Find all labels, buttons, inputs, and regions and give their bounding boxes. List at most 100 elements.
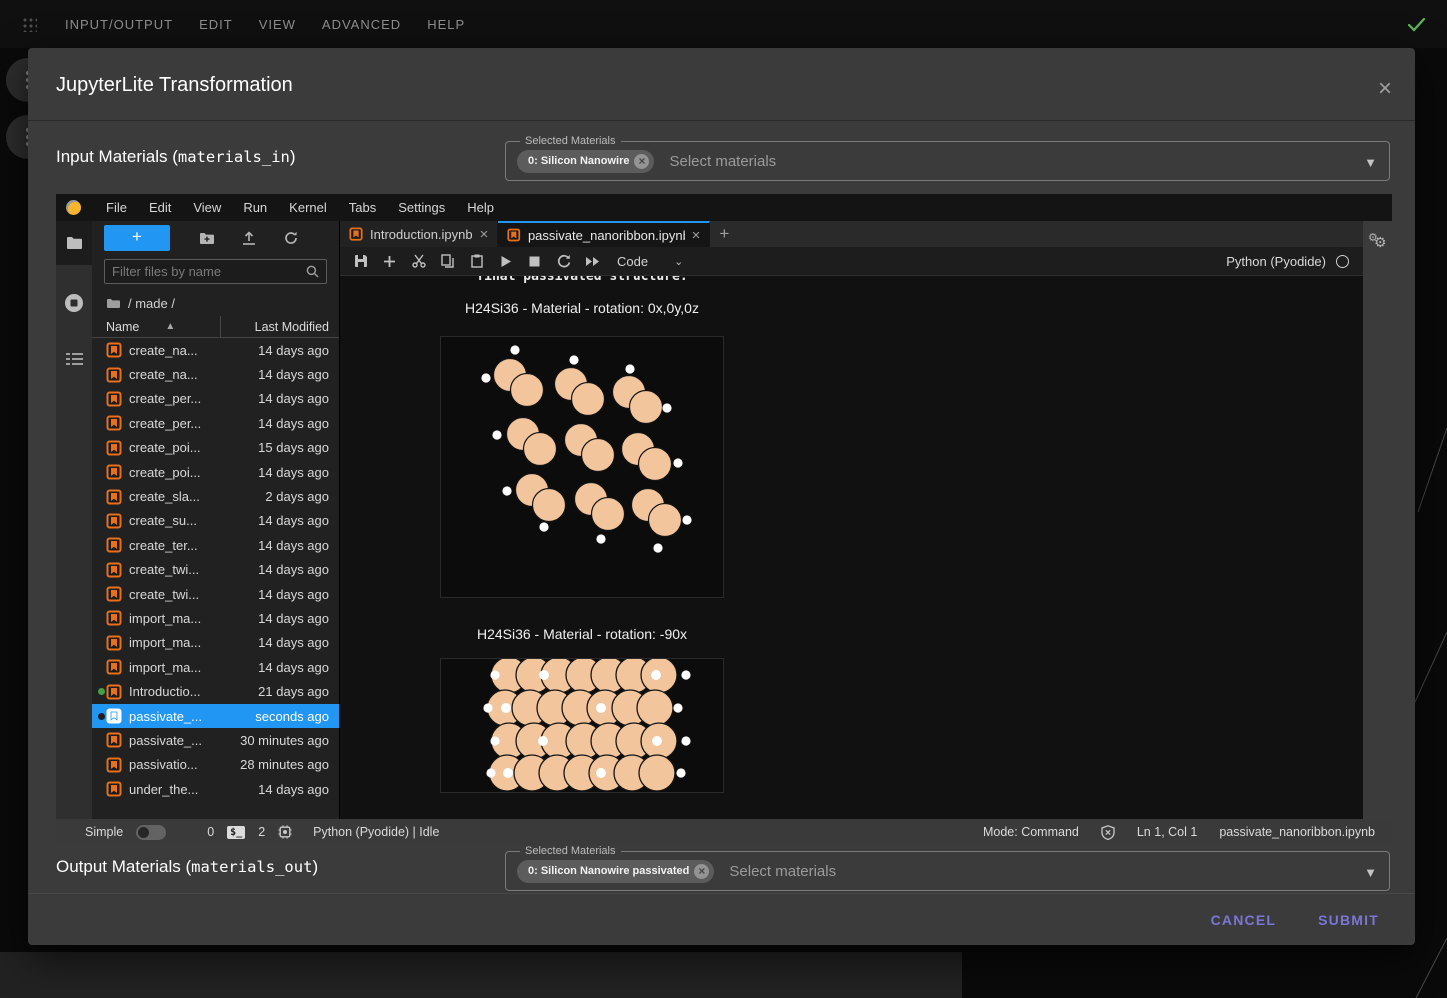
output-materials-row: Output Materials (materials_out) Selecte…: [28, 845, 1415, 893]
chevron-down-icon[interactable]: ▼: [1364, 865, 1377, 880]
restart-run-all-button[interactable]: [578, 249, 607, 274]
notebook-file-icon: [106, 513, 122, 529]
column-header-modified[interactable]: Last Modified: [221, 320, 339, 334]
menu-item-help[interactable]: HELP: [427, 17, 465, 32]
sidebar-item-running-kernels[interactable]: [56, 281, 92, 325]
file-row[interactable]: create_sla... 2 days ago: [92, 484, 339, 508]
menu-item-settings[interactable]: Settings: [387, 200, 456, 215]
file-row[interactable]: create_poi... 14 days ago: [92, 460, 339, 484]
refresh-button[interactable]: [270, 225, 312, 251]
file-row[interactable]: create_per... 14 days ago: [92, 411, 339, 435]
sidebar-item-table-of-contents[interactable]: [56, 337, 92, 381]
insert-cell-button[interactable]: [375, 249, 404, 274]
file-row[interactable]: create_ter... 14 days ago: [92, 533, 339, 557]
tab-close-icon[interactable]: ×: [692, 227, 701, 244]
notebook-content[interactable]: final passivated structure: H24Si36 - Ma…: [340, 276, 1363, 819]
dialog-header: JupyterLite Transformation ×: [28, 48, 1415, 121]
stop-kernel-button[interactable]: [520, 249, 549, 274]
menu-item-view[interactable]: View: [182, 200, 232, 215]
menu-item-view[interactable]: VIEW: [259, 17, 296, 32]
menu-item-input-output[interactable]: INPUT/OUTPUT: [65, 17, 173, 32]
file-row[interactable]: Introductio... 21 days ago: [92, 679, 339, 703]
chevron-down-icon[interactable]: ▼: [1364, 155, 1377, 170]
kernels-count[interactable]: 2: [258, 825, 265, 839]
new-folder-button[interactable]: [186, 225, 228, 251]
selected-file-dot: [98, 713, 105, 720]
tab-introduction-ipynb[interactable]: Introduction.ipynb ×: [340, 221, 498, 247]
kernel-idle-icon: [1336, 255, 1349, 268]
select-placeholder: Select materials: [729, 863, 836, 880]
save-icon: [354, 254, 368, 268]
file-modified: 14 days ago: [231, 343, 339, 358]
chip-remove-icon[interactable]: ×: [634, 154, 649, 169]
menu-item-kernel[interactable]: Kernel: [278, 200, 338, 215]
terminals-count[interactable]: 0: [207, 825, 214, 839]
file-name: create_ter...: [129, 538, 231, 553]
settings-gears-icon[interactable]: ⚙⚙: [1367, 233, 1387, 247]
dialog-close-icon[interactable]: ×: [1371, 76, 1399, 104]
file-row[interactable]: passivate_... seconds ago: [92, 704, 339, 728]
column-header-name[interactable]: Name ▲: [92, 316, 221, 337]
file-row[interactable]: import_ma... 14 days ago: [92, 606, 339, 630]
restart-kernel-button[interactable]: [549, 249, 578, 274]
kernel-indicator[interactable]: Python (Pyodide): [1226, 254, 1357, 269]
notebook-file-icon: [507, 228, 521, 242]
new-launcher-button[interactable]: +: [104, 225, 170, 251]
new-tab-button[interactable]: +: [710, 221, 738, 247]
file-row[interactable]: create_su... 14 days ago: [92, 509, 339, 533]
file-name: create_sla...: [129, 489, 231, 504]
cut-cells-button[interactable]: [404, 249, 433, 274]
tab-passivate-nanoribbon-ipynb[interactable]: passivate_nanoribbon.ipynb ×: [498, 221, 710, 247]
jupyter-menu: FileEditViewRunKernelTabsSettingsHelp: [95, 200, 505, 215]
notebook-file-icon: [106, 708, 122, 724]
file-row[interactable]: create_na... 14 days ago: [92, 362, 339, 386]
sort-asc-icon: ▲: [165, 321, 175, 332]
paste-cells-button[interactable]: [462, 249, 491, 274]
output-materials-select[interactable]: Selected Materials 0: Silicon Nanowire p…: [505, 851, 1390, 891]
input-materials-select[interactable]: Selected Materials 0: Silicon Nanowire ×…: [505, 141, 1390, 181]
mode-indicator[interactable]: Mode: Command: [983, 825, 1079, 839]
file-row[interactable]: import_ma... 14 days ago: [92, 631, 339, 655]
sidebar-item-file-browser[interactable]: [56, 221, 92, 265]
file-row[interactable]: passivate_... 30 minutes ago: [92, 728, 339, 752]
menu-item-tabs[interactable]: Tabs: [338, 200, 387, 215]
file-name: passivate_...: [129, 709, 231, 724]
cell-type-select[interactable]: Code ⌄: [617, 254, 683, 269]
file-row[interactable]: create_twi... 14 days ago: [92, 558, 339, 582]
tab-close-icon[interactable]: ×: [480, 226, 489, 243]
background-panel: [0, 952, 962, 998]
running-kernels-icon: [64, 293, 84, 313]
file-row[interactable]: passivatio... 28 minutes ago: [92, 753, 339, 777]
cursor-position[interactable]: Ln 1, Col 1: [1137, 825, 1197, 839]
file-row[interactable]: import_ma... 14 days ago: [92, 655, 339, 679]
stop-icon: [529, 256, 540, 267]
save-button[interactable]: [346, 249, 375, 274]
file-row[interactable]: under_the... 14 days ago: [92, 777, 339, 801]
file-row[interactable]: create_na... 14 days ago: [92, 338, 339, 362]
copy-cells-button[interactable]: [433, 249, 462, 274]
menu-item-file[interactable]: File: [95, 200, 138, 215]
material-chip[interactable]: 0: Silicon Nanowire passivated ×: [517, 860, 714, 883]
breadcrumb[interactable]: / made /: [92, 290, 339, 316]
upload-button[interactable]: [228, 225, 270, 251]
menu-item-edit[interactable]: EDIT: [199, 17, 233, 32]
paste-icon: [471, 254, 483, 268]
menu-item-advanced[interactable]: ADVANCED: [322, 17, 401, 32]
menu-item-edit[interactable]: Edit: [138, 200, 182, 215]
menu-item-run[interactable]: Run: [232, 200, 278, 215]
material-chip[interactable]: 0: Silicon Nanowire ×: [517, 150, 654, 173]
submit-button[interactable]: SUBMIT: [1304, 904, 1393, 936]
file-filter-input[interactable]: [112, 264, 306, 279]
tab-bar: Introduction.ipynb × passivate_nanoribbo…: [340, 221, 1363, 247]
file-row[interactable]: create_poi... 15 days ago: [92, 436, 339, 460]
kernel-status-text[interactable]: Python (Pyodide) | Idle: [313, 825, 439, 839]
file-row[interactable]: create_twi... 14 days ago: [92, 582, 339, 606]
simple-mode-toggle[interactable]: [136, 825, 166, 840]
trust-shield-icon[interactable]: [1101, 825, 1115, 840]
chip-remove-icon[interactable]: ×: [694, 864, 709, 879]
menu-item-help[interactable]: Help: [456, 200, 505, 215]
cancel-button[interactable]: CANCEL: [1197, 904, 1291, 936]
app-grid-icon[interactable]: [22, 17, 37, 32]
run-cell-button[interactable]: [491, 249, 520, 274]
file-row[interactable]: create_per... 14 days ago: [92, 387, 339, 411]
